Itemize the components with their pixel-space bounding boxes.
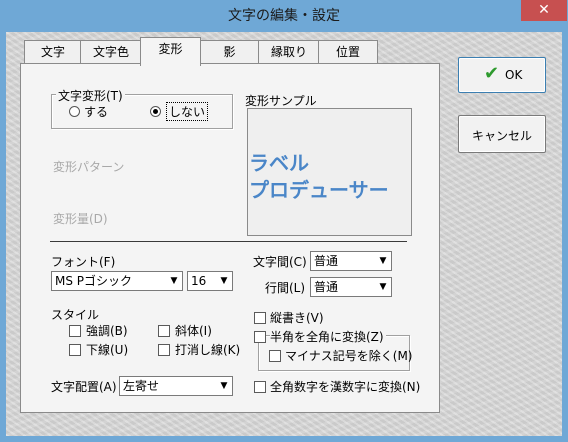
- strike-label: 打消し線(K): [175, 343, 241, 357]
- italic-label: 斜体(I): [175, 324, 212, 338]
- window-frame-right: [562, 32, 568, 442]
- alignment-label: 文字配置(A): [51, 380, 117, 394]
- font-name-value: MS Pゴシック: [55, 274, 133, 288]
- font-name-select[interactable]: MS Pゴシック ▼: [51, 271, 183, 291]
- bold-checkbox[interactable]: [69, 325, 81, 337]
- kanji-digits-label: 全角数字を漢数字に変換(N): [270, 380, 421, 394]
- minus-label: マイナス記号を除く(M): [285, 349, 413, 363]
- char-spacing-label: 文字間(C): [253, 255, 307, 269]
- amount-label: 変形量(D): [53, 212, 108, 226]
- radio-selected-dot: [153, 109, 158, 114]
- tab-outline[interactable]: 縁取り: [258, 40, 320, 63]
- vertical-label: 縦書き(V): [270, 311, 324, 325]
- line-spacing-value: 普通: [314, 280, 339, 294]
- tab-shadow[interactable]: 影: [199, 40, 260, 63]
- section-divider: [50, 241, 407, 242]
- alignment-select[interactable]: 左寄せ ▼: [119, 376, 233, 396]
- style-label: スタイル: [51, 308, 100, 322]
- line-spacing-label: 行間(L): [265, 281, 306, 295]
- check-icon: ✔: [484, 63, 500, 84]
- halfwidth-label: 半角を全角に変換(Z): [270, 328, 386, 345]
- underline-checkbox[interactable]: [69, 344, 81, 356]
- minus-checkbox[interactable]: [269, 350, 281, 362]
- tab-transform[interactable]: 変形: [140, 37, 201, 66]
- radio-transform-off[interactable]: [150, 106, 161, 117]
- strike-checkbox[interactable]: [158, 344, 170, 356]
- alignment-value: 左寄せ: [123, 379, 160, 393]
- tab-text-color[interactable]: 文字色: [80, 40, 142, 63]
- vertical-checkbox[interactable]: [254, 312, 266, 324]
- cancel-label: キャンセル: [471, 129, 532, 143]
- char-spacing-value: 普通: [314, 254, 339, 268]
- window-frame-bottom: [0, 436, 568, 442]
- ok-label: OK: [505, 68, 523, 82]
- bold-label: 強調(B): [86, 324, 128, 338]
- font-label: フォント(F): [51, 255, 116, 269]
- line-spacing-select[interactable]: 普通 ▼: [310, 277, 392, 297]
- font-size-select[interactable]: 16 ▼: [187, 271, 233, 291]
- tab-position[interactable]: 位置: [318, 40, 378, 63]
- ok-button[interactable]: ✔ OK: [458, 57, 546, 93]
- halfwidth-checkbox[interactable]: [254, 331, 266, 343]
- pattern-label: 変形パターン: [53, 160, 125, 174]
- underline-label: 下線(U): [86, 343, 129, 357]
- chevron-down-icon[interactable]: ▼: [166, 272, 182, 290]
- cancel-button[interactable]: キャンセル: [458, 115, 546, 153]
- tab-text[interactable]: 文字: [24, 40, 82, 63]
- chevron-down-icon[interactable]: ▼: [216, 272, 232, 290]
- chevron-down-icon[interactable]: ▼: [375, 252, 391, 270]
- italic-checkbox[interactable]: [158, 325, 170, 337]
- radio-transform-on[interactable]: [69, 106, 80, 117]
- sample-preview: ラベル プロデューサー: [247, 108, 412, 236]
- sample-text-line2: プロデューサー: [249, 178, 389, 202]
- transform-group-label: 文字変形(T): [56, 87, 125, 104]
- radio-transform-off-label: しない: [166, 102, 209, 121]
- font-size-value: 16: [191, 274, 207, 288]
- close-button[interactable]: ✕: [521, 0, 567, 21]
- chevron-down-icon[interactable]: ▼: [375, 278, 391, 296]
- radio-transform-on-label: する: [84, 105, 109, 119]
- sample-label: 変形サンプル: [245, 94, 317, 108]
- char-spacing-select[interactable]: 普通 ▼: [310, 251, 392, 271]
- sample-text-line1: ラベル: [249, 151, 309, 175]
- window-title: 文字の編集・設定: [228, 8, 340, 24]
- kanji-digits-checkbox[interactable]: [254, 381, 266, 393]
- chevron-down-icon[interactable]: ▼: [216, 377, 232, 395]
